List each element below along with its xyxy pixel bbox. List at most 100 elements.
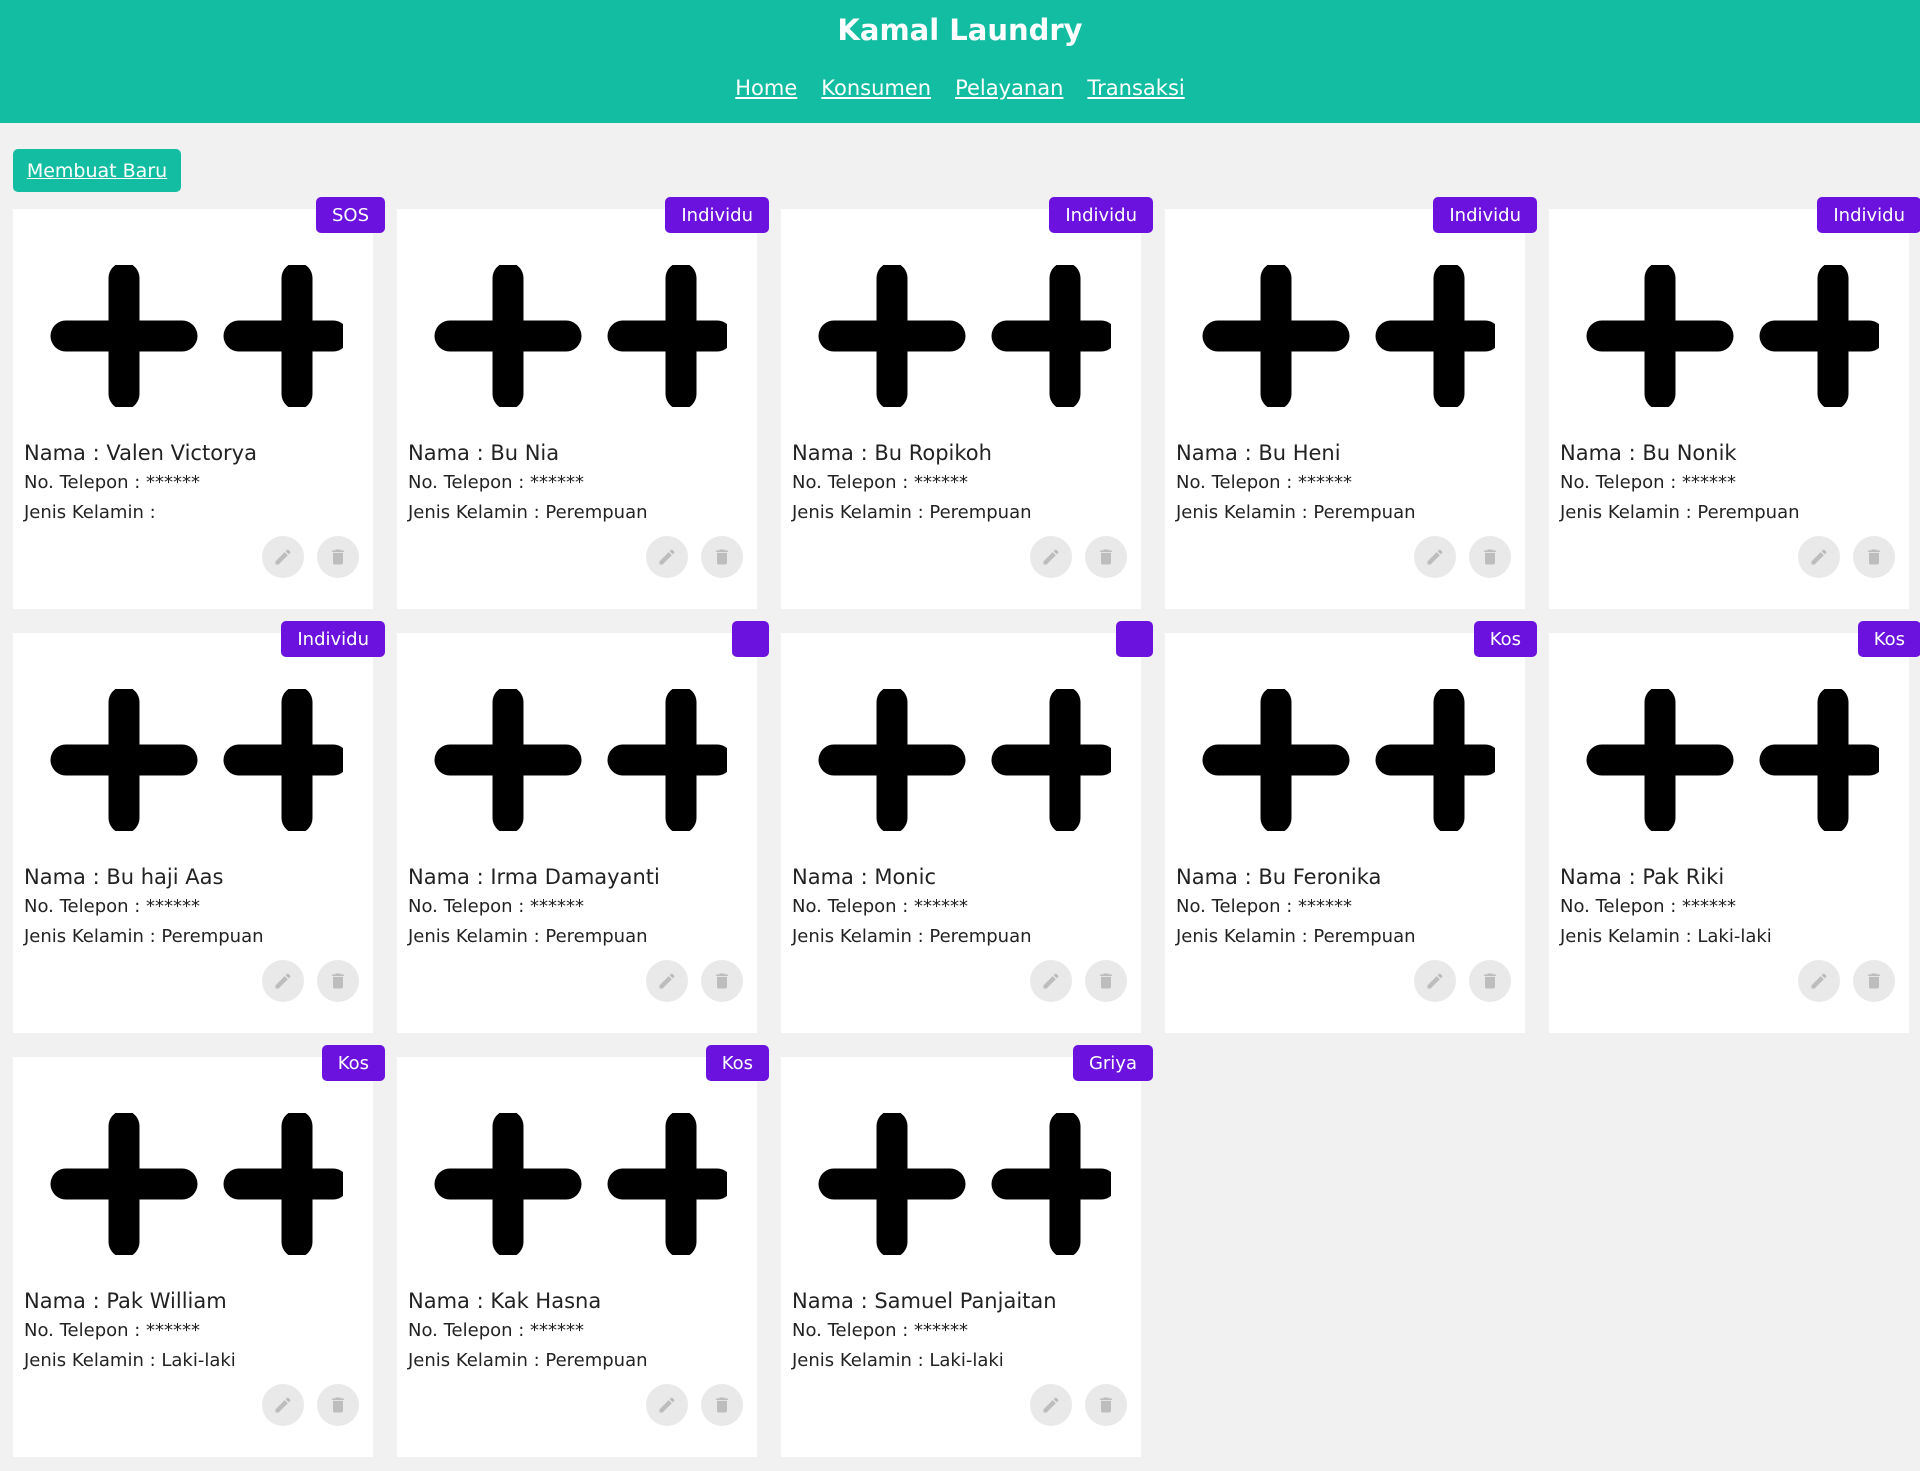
customer-type-badge: Griya <box>1072 1045 1153 1081</box>
edit-button[interactable] <box>262 1384 304 1426</box>
customer-name: Nama : Bu haji Aas <box>24 865 224 889</box>
customer-phone: No. Telepon : ****** <box>1176 896 1353 917</box>
edit-button[interactable] <box>646 536 688 578</box>
customer-card: Individu Nama : Bu Heni No. Telepon : **… <box>1165 197 1537 609</box>
nav-home[interactable]: Home <box>735 76 797 100</box>
customer-name: Nama : Monic <box>792 865 936 889</box>
delete-button[interactable] <box>1853 960 1895 1002</box>
customer-gender: Jenis Kelamin : Perempuan <box>1176 926 1416 947</box>
nav-pelayanan[interactable]: Pelayanan <box>955 76 1063 100</box>
plus-plus-icon <box>50 265 343 407</box>
customer-gender: Jenis Kelamin : Perempuan <box>24 926 264 947</box>
card-actions <box>1030 536 1127 578</box>
plus-plus-icon <box>434 1113 727 1255</box>
customer-info: Nama : Bu Ropikoh No. Telepon : ****** J… <box>792 440 1032 528</box>
customer-type-badge: Kos <box>1857 621 1920 657</box>
card-actions <box>1030 1384 1127 1426</box>
nav-transaksi[interactable]: Transaksi <box>1087 76 1184 100</box>
delete-button[interactable] <box>1469 536 1511 578</box>
customer-phone: No. Telepon : ****** <box>1176 472 1353 493</box>
trash-icon <box>716 973 728 989</box>
customer-gender: Jenis Kelamin : Laki-laki <box>24 1350 236 1371</box>
app-header: Kamal Laundry Home Konsumen Pelayanan Tr… <box>0 0 1920 123</box>
customer-info: Nama : Bu Heni No. Telepon : ****** Jeni… <box>1176 440 1416 528</box>
edit-button[interactable] <box>1414 536 1456 578</box>
customer-name: Nama : Bu Ropikoh <box>792 441 992 465</box>
pencil-icon <box>1427 549 1443 565</box>
plus-plus-icon <box>818 689 1111 831</box>
delete-button[interactable] <box>317 536 359 578</box>
plus-plus-icon <box>434 265 727 407</box>
delete-button[interactable] <box>1085 1384 1127 1426</box>
customer-name: Nama : Bu Feronika <box>1176 865 1382 889</box>
plus-plus-icon <box>50 689 343 831</box>
edit-button[interactable] <box>1030 536 1072 578</box>
customer-info: Nama : Bu Nonik No. Telepon : ****** Jen… <box>1560 440 1800 528</box>
card-actions <box>1414 536 1511 578</box>
pencil-icon <box>659 1397 675 1413</box>
customer-gender: Jenis Kelamin : Perempuan <box>1560 502 1800 523</box>
customer-type-badge <box>732 621 769 657</box>
customer-info: Nama : Pak William No. Telepon : ****** … <box>24 1288 236 1376</box>
edit-button[interactable] <box>262 960 304 1002</box>
customer-type-badge: Kos <box>321 1045 385 1081</box>
customer-type-badge: Individu <box>281 621 385 657</box>
edit-button[interactable] <box>1798 960 1840 1002</box>
customer-info: Nama : Bu Feronika No. Telepon : ****** … <box>1176 864 1416 952</box>
card-actions <box>1414 960 1511 1002</box>
edit-button[interactable] <box>1414 960 1456 1002</box>
card-actions <box>262 1384 359 1426</box>
customer-type-badge: Individu <box>665 197 769 233</box>
edit-button[interactable] <box>1030 1384 1072 1426</box>
brand-title: Kamal Laundry <box>837 13 1083 47</box>
delete-button[interactable] <box>317 960 359 1002</box>
delete-button[interactable] <box>1853 536 1895 578</box>
customer-info: Nama : Monic No. Telepon : ****** Jenis … <box>792 864 1032 952</box>
pencil-icon <box>1043 549 1059 565</box>
customer-name: Nama : Bu Nonik <box>1560 441 1737 465</box>
delete-button[interactable] <box>1085 960 1127 1002</box>
customer-gender: Jenis Kelamin : Perempuan <box>408 1350 648 1371</box>
customer-phone: No. Telepon : ****** <box>792 1320 969 1341</box>
trash-icon <box>332 1397 344 1413</box>
delete-button[interactable] <box>701 536 743 578</box>
customer-name: Nama : Pak Riki <box>1560 865 1725 889</box>
customer-type-badge: Individu <box>1817 197 1920 233</box>
plus-plus-icon <box>1586 265 1879 407</box>
trash-icon <box>332 549 344 565</box>
trash-icon <box>1100 549 1112 565</box>
pencil-icon <box>275 973 291 989</box>
edit-button[interactable] <box>262 536 304 578</box>
create-new-button[interactable]: Membuat Baru <box>13 149 181 192</box>
nav-konsumen[interactable]: Konsumen <box>821 76 931 100</box>
customer-card: Individu Nama : Bu Ropikoh No. Telepon :… <box>781 197 1153 609</box>
delete-button[interactable] <box>701 1384 743 1426</box>
customer-info: Nama : Pak Riki No. Telepon : ****** Jen… <box>1560 864 1772 952</box>
edit-button[interactable] <box>646 960 688 1002</box>
trash-icon <box>1484 973 1496 989</box>
plus-plus-icon <box>818 265 1111 407</box>
edit-button[interactable] <box>646 1384 688 1426</box>
delete-button[interactable] <box>1085 536 1127 578</box>
customer-phone: No. Telepon : ****** <box>408 896 585 917</box>
delete-button[interactable] <box>1469 960 1511 1002</box>
customer-name: Nama : Kak Hasna <box>408 1289 602 1313</box>
customer-name: Nama : Pak William <box>24 1289 227 1313</box>
edit-button[interactable] <box>1030 960 1072 1002</box>
customer-gender: Jenis Kelamin : Laki-laki <box>792 1350 1004 1371</box>
customer-card: Kos Nama : Kak Hasna No. Telepon : *****… <box>397 1045 769 1457</box>
card-actions <box>646 960 743 1002</box>
trash-icon <box>716 549 728 565</box>
delete-button[interactable] <box>317 1384 359 1426</box>
edit-button[interactable] <box>1798 536 1840 578</box>
trash-icon <box>332 973 344 989</box>
customer-phone: No. Telepon : ****** <box>24 1320 201 1341</box>
customer-type-badge: Individu <box>1433 197 1537 233</box>
pencil-icon <box>1427 973 1443 989</box>
pencil-icon <box>1043 973 1059 989</box>
customer-phone: No. Telepon : ****** <box>408 1320 585 1341</box>
pencil-icon <box>275 549 291 565</box>
customer-name: Nama : Irma Damayanti <box>408 865 660 889</box>
delete-button[interactable] <box>701 960 743 1002</box>
customer-gender: Jenis Kelamin : Perempuan <box>792 502 1032 523</box>
